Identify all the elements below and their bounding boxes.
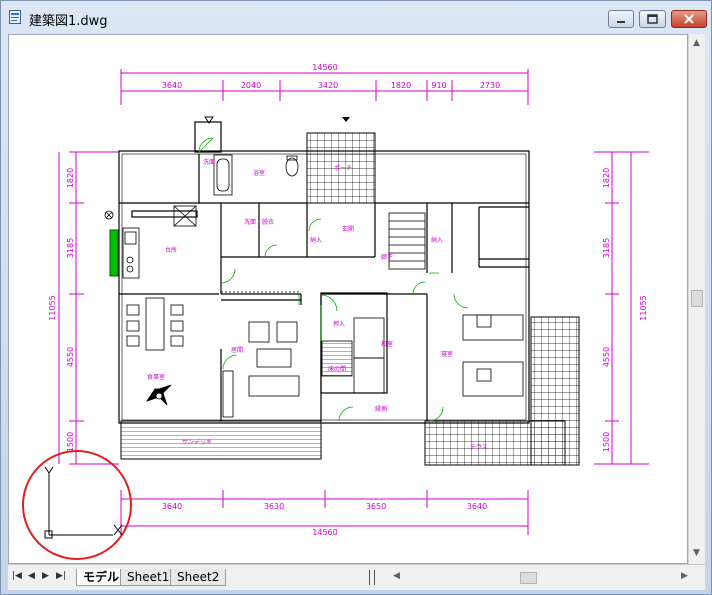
first-tab-icon[interactable]: |◀ xyxy=(12,571,22,581)
dim-top-5: 910 xyxy=(431,81,446,90)
dim-left-3: 4550 xyxy=(66,347,75,367)
dim-bottom-3: 3650 xyxy=(366,502,386,511)
dim-left-1: 1820 xyxy=(66,168,75,188)
scroll-up-icon[interactable]: ▲ xyxy=(693,38,700,48)
scroll-left-icon[interactable]: ◀ xyxy=(393,571,400,581)
dim-right-3: 4550 xyxy=(602,347,611,367)
dim-bottom-2: 3630 xyxy=(264,502,284,511)
label-wash: 洗面 xyxy=(203,158,215,166)
vertical-scrollbar[interactable]: ▲ ▼ xyxy=(688,34,705,564)
entry-marker xyxy=(342,117,350,122)
ucs-highlight-circle xyxy=(22,450,132,560)
label-living: 居間 xyxy=(231,347,243,354)
tab-splitter[interactable] xyxy=(369,570,375,585)
dim-bottom-4: 3640 xyxy=(467,502,487,511)
label-closet: 押入 xyxy=(333,320,345,328)
layout-tab-bar: |◀ ◀ ▶ ▶| モデル Sheet1 Sheet2 ◀ ▶ xyxy=(8,564,705,590)
prev-tab-icon[interactable]: ◀ xyxy=(28,571,35,581)
horizontal-scroll-thumb[interactable] xyxy=(520,572,537,584)
title-bar[interactable]: 建築図1.dwg xyxy=(1,1,711,33)
tab-sheet1[interactable]: Sheet1 xyxy=(120,569,177,586)
floor-plan-drawing: 14560 3640 2040 3420 1820 910 2730 3640 … xyxy=(22,63,649,560)
label-kitchen: 台所 xyxy=(165,246,177,254)
tab-model[interactable]: モデル xyxy=(76,569,127,586)
vertical-scroll-thumb[interactable] xyxy=(691,290,703,307)
sundeck-hatch xyxy=(120,420,322,460)
dim-overall-right: 11055 xyxy=(639,295,648,320)
label-hall: 廊下 xyxy=(381,253,393,261)
label-bath: 浴室 xyxy=(253,169,265,177)
ucs-icon xyxy=(22,450,132,560)
dim-right-1: 1820 xyxy=(602,168,611,188)
horizontal-scrollbar[interactable]: ◀ ▶ xyxy=(393,570,693,586)
close-button[interactable] xyxy=(671,10,707,28)
tab-sheet2[interactable]: Sheet2 xyxy=(170,569,227,586)
kitchen-counter xyxy=(109,229,119,277)
dim-bottom-1: 3640 xyxy=(162,502,182,511)
dim-left-4: 1500 xyxy=(66,432,75,452)
dim-overall-top: 14560 xyxy=(312,63,337,72)
next-tab-icon[interactable]: ▶ xyxy=(42,571,49,581)
label-japanese: 和室 xyxy=(381,340,393,348)
label-deck: サンデッキ xyxy=(182,438,212,446)
dim-top-2: 2040 xyxy=(241,81,261,90)
dim-overall-bottom: 14560 xyxy=(312,528,337,537)
label-porch: ポーチ xyxy=(334,164,352,172)
maximize-button[interactable] xyxy=(639,10,666,28)
terrace-grid xyxy=(424,420,566,466)
maximize-icon xyxy=(647,14,658,24)
minimize-button[interactable] xyxy=(608,10,634,28)
label-dining: 食事室 xyxy=(147,373,165,381)
dim-top-3: 3420 xyxy=(318,81,338,90)
dim-right-4: 1500 xyxy=(602,432,611,452)
dim-top-6: 2730 xyxy=(480,81,500,90)
minimize-icon xyxy=(617,21,625,23)
scroll-down-icon[interactable]: ▼ xyxy=(693,548,700,558)
label-washroom: 洗面・脱衣 xyxy=(244,218,274,226)
scroll-right-icon[interactable]: ▶ xyxy=(681,571,688,581)
dim-right-2: 3185 xyxy=(602,238,611,258)
dim-top-1: 3640 xyxy=(162,81,182,90)
last-tab-icon[interactable]: ▶| xyxy=(56,571,66,581)
document-icon xyxy=(9,10,21,24)
window-title: 建築図1.dwg xyxy=(29,14,108,29)
drawing-canvas[interactable]: 14560 3640 2040 3420 1820 910 2730 3640 … xyxy=(8,34,688,564)
label-tokonoma: 床の間 xyxy=(328,365,346,373)
dim-overall-left: 11055 xyxy=(48,295,57,320)
application-window: 建築図1.dwg 14560 3640 2040 3420 1820 910 2… xyxy=(0,0,712,595)
label-entrance: 玄関 xyxy=(342,225,354,233)
dim-left-2: 3185 xyxy=(66,238,75,258)
label-storage2: 納入 xyxy=(431,236,443,244)
label-engawa: 縁側 xyxy=(375,405,387,413)
close-icon xyxy=(684,14,694,24)
label-storage1: 納入 xyxy=(310,236,322,244)
label-bedroom: 寝室 xyxy=(441,350,453,358)
label-terrace: テラス xyxy=(470,444,488,451)
dim-top-4: 1820 xyxy=(391,81,411,90)
